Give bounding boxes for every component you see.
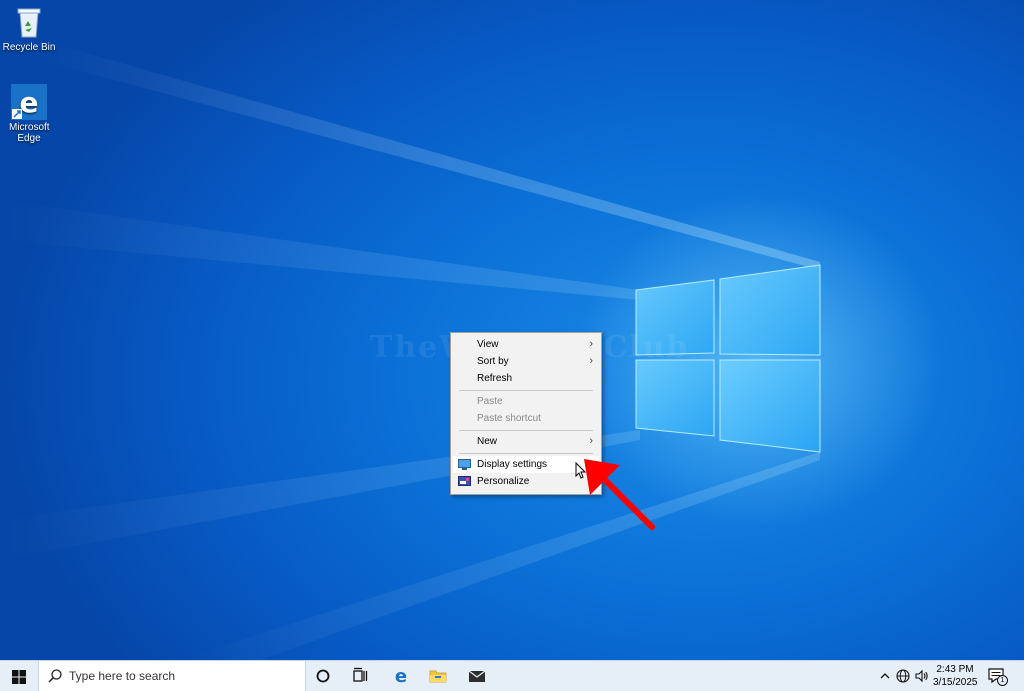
menu-item-label: View [477, 339, 499, 350]
clock[interactable]: 2:43 PM 3/15/2025 [933, 663, 978, 689]
chevron-right-icon: › [589, 338, 593, 350]
edge-label: Microsoft Edge [9, 122, 50, 144]
svg-text:e: e [395, 666, 407, 686]
search-box[interactable]: Type here to search [38, 661, 306, 691]
system-tray: 2:43 PM 3/15/2025 1 [876, 661, 1024, 691]
recycle-bin-label: Recycle Bin [2, 42, 56, 53]
menu-item-new[interactable]: New › [453, 433, 599, 450]
menu-separator [459, 390, 593, 391]
svg-text:e: e [20, 86, 39, 119]
edge-shortcut[interactable]: e Microsoft Edge [0, 84, 61, 144]
menu-separator [459, 453, 593, 454]
mail-icon[interactable] [467, 666, 487, 686]
recycle-bin-icon [11, 4, 47, 40]
menu-item-paste-shortcut[interactable]: Paste shortcut [453, 410, 599, 427]
menu-item-view[interactable]: View › [453, 336, 599, 353]
menu-separator [459, 430, 593, 431]
task-view-icon[interactable] [351, 666, 371, 686]
clock-time: 2:43 PM [936, 664, 974, 675]
chevron-up-icon[interactable] [880, 671, 890, 681]
personalize-icon [458, 476, 471, 487]
menu-item-paste[interactable]: Paste [453, 393, 599, 410]
desktop[interactable]: TheWindowsClub Recycle Bin e Microsoft E… [0, 0, 1024, 660]
search-icon [48, 669, 62, 683]
cortana-icon[interactable] [313, 666, 333, 686]
file-explorer-icon[interactable] [428, 666, 448, 686]
clock-date: 3/15/2025 [933, 677, 978, 688]
notification-badge: 1 [997, 675, 1008, 686]
display-icon [458, 459, 471, 470]
chevron-right-icon: › [589, 355, 593, 367]
annotation-arrow [584, 459, 655, 530]
menu-item-label: Refresh [477, 373, 513, 384]
volume-icon[interactable] [915, 669, 929, 683]
recycle-bin-shortcut[interactable]: Recycle Bin [0, 4, 61, 53]
start-button[interactable] [0, 661, 38, 691]
search-placeholder: Type here to search [69, 669, 176, 683]
edge-icon: e [11, 84, 47, 120]
menu-item-label: Paste [477, 396, 503, 407]
menu-item-label: New [477, 436, 498, 447]
menu-item-refresh[interactable]: Refresh [453, 370, 599, 387]
menu-item-label: Sort by [477, 356, 509, 367]
menu-item-label: Paste shortcut [477, 413, 541, 424]
menu-item-label: Personalize [477, 476, 530, 487]
network-icon[interactable] [896, 669, 910, 683]
notification-center-button[interactable]: 1 [988, 668, 1008, 686]
taskbar: Type here to search e 2:43 PM 3/15/2025 … [0, 660, 1024, 691]
edge-taskbar-icon[interactable]: e [391, 666, 411, 687]
menu-item-sort-by[interactable]: Sort by › [453, 353, 599, 370]
windows-start-icon [12, 670, 26, 684]
menu-item-label: Display settings [477, 459, 548, 470]
chevron-right-icon: › [589, 435, 593, 447]
